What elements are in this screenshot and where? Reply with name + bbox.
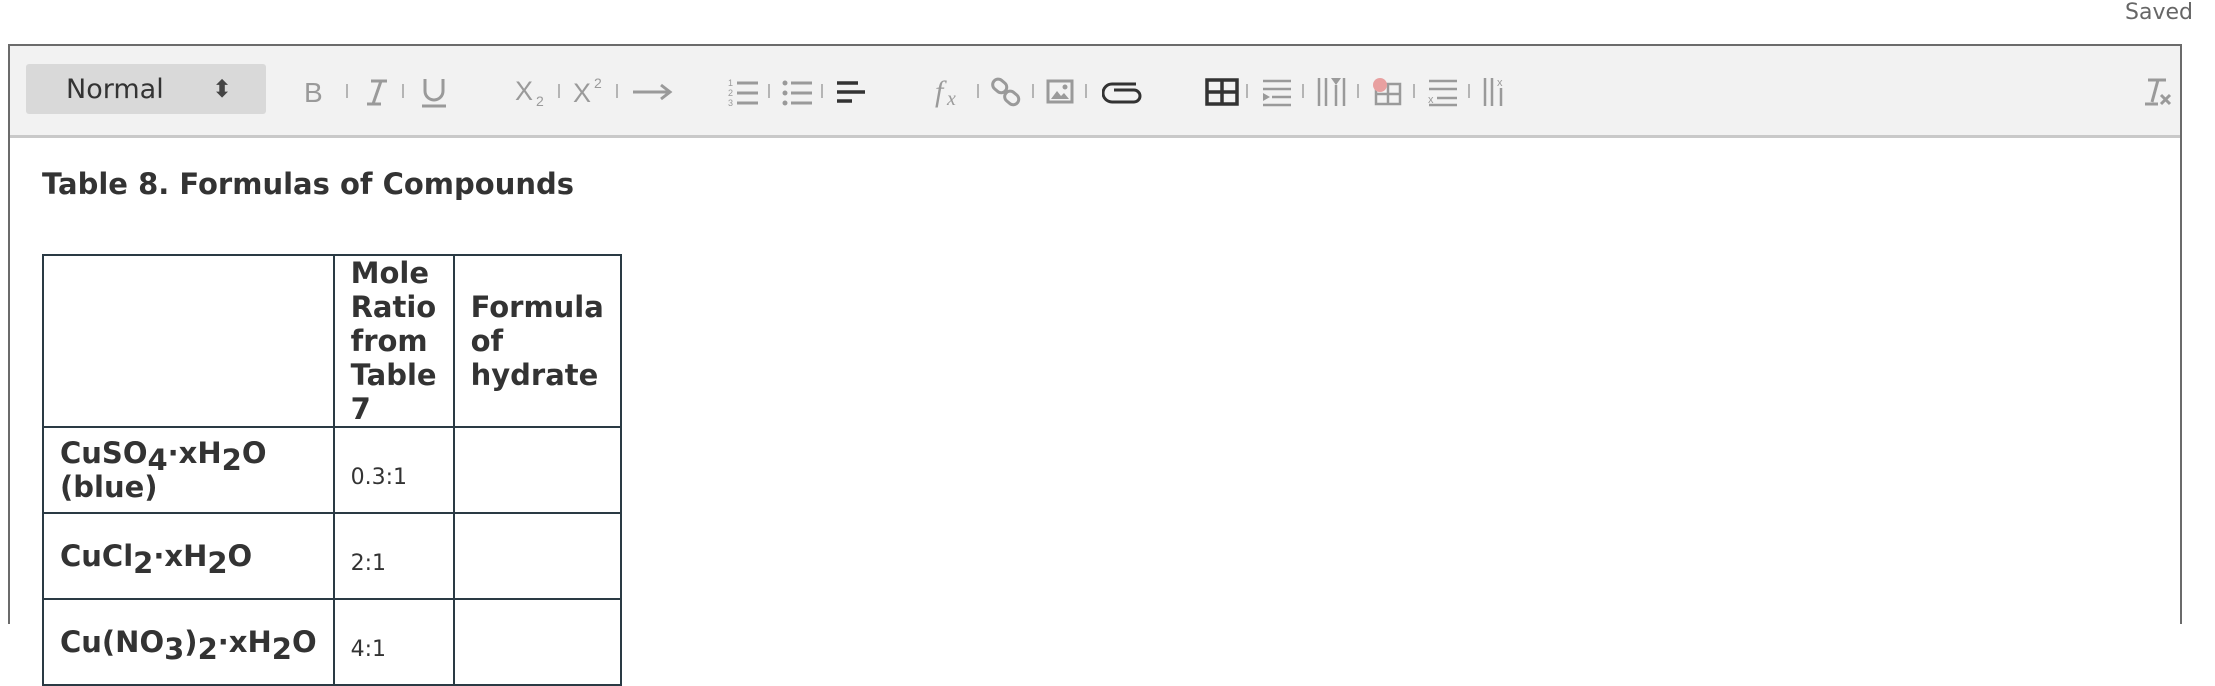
mole-ratio-cell[interactable]: 4:1: [332, 598, 455, 686]
ordered-list-button[interactable]: 123: [728, 77, 760, 107]
compound-cell[interactable]: CuSO4·xH2O (blue): [42, 426, 335, 514]
delete-column-icon: x: [1483, 77, 1503, 106]
compound-formula: Cu(NO3)2·xH2O: [60, 625, 317, 666]
svg-text:3: 3: [728, 98, 733, 107]
separator: [558, 84, 560, 98]
align-left-icon: [837, 81, 865, 103]
bold-button[interactable]: B: [303, 77, 327, 107]
table-header-row: Mole Ratio from Table 7 Formula of hydra…: [42, 254, 622, 428]
italic-button[interactable]: [365, 77, 389, 107]
compound-cell[interactable]: CuCl2·xH2O: [42, 512, 335, 600]
link-button[interactable]: [990, 77, 1022, 107]
table-row: Cu(NO3)2·xH2O 4:1: [42, 598, 622, 686]
separator: [402, 84, 404, 98]
svg-text:2: 2: [536, 93, 544, 108]
clear-format-icon: [2145, 78, 2172, 106]
image-button[interactable]: [1046, 79, 1074, 105]
hydrate-formula-cell[interactable]: [452, 598, 622, 686]
superscript-icon: X2: [573, 76, 602, 108]
cell-delete-icon: [1373, 78, 1402, 106]
mole-ratio-cell[interactable]: 2:1: [332, 512, 455, 600]
svg-text:2: 2: [728, 88, 733, 98]
insert-column-button[interactable]: [1316, 76, 1348, 108]
table-caption: Table 8. Formulas of Compounds: [42, 167, 575, 201]
underline-button[interactable]: [420, 76, 448, 108]
separator: [768, 84, 770, 98]
compound-formula: CuSO4·xH2O (blue): [60, 436, 267, 504]
table-row: CuCl2·xH2O 2:1: [42, 512, 622, 600]
hydrate-formula-cell[interactable]: [452, 426, 622, 514]
separator: [1302, 84, 1304, 98]
rich-text-editor: Normal ⬍ B X2 X2 123 f x x x Table 8. Fo…: [8, 44, 2182, 686]
underline-icon: [422, 79, 446, 108]
separator: [1085, 84, 1087, 98]
paperclip-icon: [1102, 82, 1142, 104]
separator: [1468, 84, 1470, 98]
attach-button[interactable]: [1102, 78, 1144, 106]
svg-text:B: B: [304, 77, 323, 107]
insert-row-button[interactable]: [1261, 77, 1293, 107]
link-icon: [991, 77, 1021, 107]
compounds-table: Mole Ratio from Table 7 Formula of hydra…: [42, 254, 622, 686]
svg-text:1: 1: [728, 78, 733, 88]
separator: [821, 84, 823, 98]
separator: [1357, 84, 1359, 98]
separator: [1246, 84, 1248, 98]
bullet-list-button[interactable]: [782, 77, 814, 107]
format-select-value: Normal: [66, 73, 164, 105]
separator: [977, 84, 979, 98]
svg-text:2: 2: [594, 76, 602, 91]
separator: [616, 84, 618, 98]
updown-icon: ⬍: [211, 75, 232, 103]
saved-status: Saved: [2125, 0, 2193, 25]
formula-fx-icon: fx: [935, 75, 956, 109]
compound-formula: CuCl2·xH2O: [60, 539, 253, 580]
svg-text:f: f: [935, 75, 947, 108]
delete-row-icon: x: [1428, 79, 1457, 107]
compound-cell[interactable]: Cu(NO3)2·xH2O: [42, 598, 335, 686]
separator: [346, 84, 348, 98]
subscript-icon: X2: [515, 76, 544, 108]
clear-format-button[interactable]: [2142, 76, 2174, 108]
align-button[interactable]: [836, 79, 866, 105]
separator: [1032, 84, 1034, 98]
svg-text:x: x: [946, 88, 956, 109]
svg-text:X: X: [515, 76, 533, 106]
separator: [1413, 84, 1415, 98]
ordered-list-icon: 123: [728, 78, 758, 107]
table-row: CuSO4·xH2O (blue) 0.3:1: [42, 426, 622, 514]
cell-button[interactable]: [1371, 76, 1403, 108]
table-header-cell[interactable]: Mole Ratio from Table 7: [332, 254, 455, 428]
arrow-button[interactable]: [631, 82, 673, 102]
arrow-right-icon: [633, 83, 673, 101]
table-button[interactable]: [1205, 78, 1239, 106]
table-icon: [1205, 78, 1239, 106]
delete-column-button[interactable]: x: [1482, 76, 1514, 108]
svg-text:x: x: [1497, 77, 1503, 89]
svg-text:X: X: [573, 78, 591, 108]
insert-row-icon: [1263, 79, 1291, 107]
image-icon: [1046, 79, 1074, 104]
hydrate-formula-cell[interactable]: [452, 512, 622, 600]
table-header-cell[interactable]: Formula of hydrate: [452, 254, 622, 428]
editor-toolbar: Normal ⬍ B X2 X2 123 f x x x: [10, 46, 2180, 138]
superscript-button[interactable]: X2: [573, 76, 609, 108]
bullet-list-icon: [782, 80, 812, 106]
delete-row-button[interactable]: x: [1427, 77, 1459, 107]
table-header-cell[interactable]: [42, 254, 335, 428]
formula-button[interactable]: fx: [935, 75, 969, 109]
italic-icon: [367, 79, 387, 106]
format-select[interactable]: Normal ⬍: [26, 64, 266, 114]
mole-ratio-cell[interactable]: 0.3:1: [332, 426, 455, 514]
bold-icon: B: [304, 77, 323, 107]
insert-column-icon: [1317, 78, 1346, 106]
editor-content[interactable]: Table 8. Formulas of Compounds Mole Rati…: [42, 164, 622, 686]
subscript-button[interactable]: X2: [515, 76, 551, 108]
